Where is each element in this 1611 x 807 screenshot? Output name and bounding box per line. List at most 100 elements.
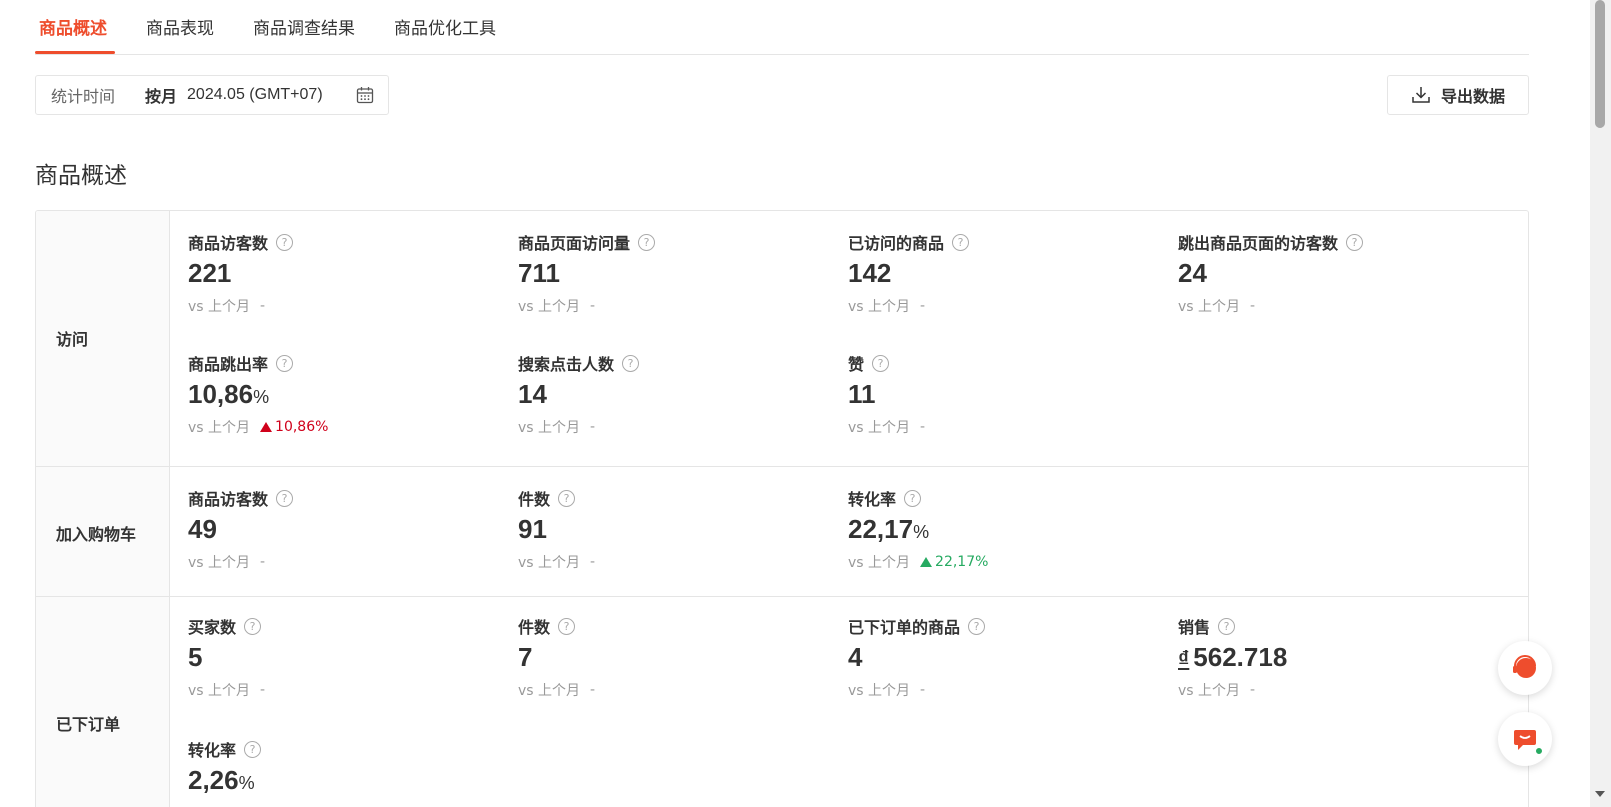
comparison-label: vs 上个月 xyxy=(188,683,251,699)
comparison-change: - xyxy=(590,682,595,698)
section-title: 商品概述 xyxy=(35,163,127,189)
metric-value: 221 xyxy=(188,258,508,290)
help-circle-icon[interactable]: ? xyxy=(276,354,294,372)
help-circle-icon[interactable]: ? xyxy=(244,740,262,758)
comparison-label: vs 上个月 xyxy=(848,299,911,315)
export-data-button[interactable]: 导出数据 xyxy=(1387,75,1529,115)
tab-optimization-tools[interactable]: 商品优化工具 xyxy=(394,14,496,39)
metric-title-text: 销售 xyxy=(1178,618,1211,637)
metric-number: 7 xyxy=(518,642,533,672)
metric-title: 买家数? xyxy=(188,615,508,637)
metric-number: 221 xyxy=(188,258,232,288)
metric-card: 转化率? 22,17% vs 上个月 22,17% xyxy=(848,487,1168,572)
metric-title-text: 件数 xyxy=(518,490,551,509)
metric-comparison: vs 上个月 22,17% xyxy=(848,552,1168,572)
metric-card: 销售? ₫ 562.718 vs 上个月 - xyxy=(1178,615,1498,700)
help-circle-icon[interactable]: ? xyxy=(244,617,262,635)
metric-comparison: vs 上个月 - xyxy=(848,296,1168,316)
chat-button[interactable] xyxy=(1498,712,1552,766)
scrollbar-thumb[interactable] xyxy=(1595,0,1605,128)
change-value: - xyxy=(590,298,596,314)
help-circle-icon[interactable]: ? xyxy=(952,233,970,251)
metric-value: 14 xyxy=(518,379,838,411)
metric-title-text: 转化率 xyxy=(188,741,237,760)
overview-panel: 访问 商品访客数? 221 vs 上个月 - 商品页面访问量? 711 vs 上个月 - 已访问… xyxy=(35,210,1529,807)
metric-number: 22,17 xyxy=(848,514,914,544)
metric-title: 销售? xyxy=(1178,615,1498,637)
comparison-label: vs 上个月 xyxy=(188,555,251,571)
help-circle-icon[interactable]: ? xyxy=(276,233,294,251)
metric-number: 11 xyxy=(848,379,876,409)
group-cart: 加入购物车 商品访客数? 49 vs 上个月 - 件数? 91 vs 上个月 - 转化率? 22,… xyxy=(36,467,1528,597)
metric-title: 件数? xyxy=(518,487,838,509)
metric-title: 已访问的商品? xyxy=(848,231,1168,253)
metric-value: 142 xyxy=(848,258,1168,290)
change-value: - xyxy=(260,554,266,570)
date-filter[interactable]: 统计时间 按月 2024.05 (GMT+07) xyxy=(35,75,389,115)
metric-value: 2,26% xyxy=(188,765,508,797)
tab-performance[interactable]: 商品表现 xyxy=(146,14,214,39)
metric-card: 件数? 91 vs 上个月 - xyxy=(518,487,838,572)
group-order: 已下订单 买家数? 5 vs 上个月 - 件数? 7 vs 上个月 - 已下订单的商品? 4 vs … xyxy=(36,597,1528,807)
comparison-change: - xyxy=(1250,682,1255,698)
filter-date[interactable]: 2024.05 (GMT+07) xyxy=(187,86,323,104)
metric-comparison: vs 上个月 - xyxy=(1178,296,1498,316)
page-scrollbar[interactable] xyxy=(1590,0,1611,807)
change-value: 22,17% xyxy=(935,554,989,570)
calendar-icon[interactable] xyxy=(356,86,374,104)
help-circle-icon[interactable]: ? xyxy=(904,489,922,507)
metric-value: 10,86% xyxy=(188,379,508,411)
metric-card: 商品页面访问量? 711 vs 上个月 - xyxy=(518,231,838,316)
tab-overview[interactable]: 商品概述 xyxy=(39,14,107,39)
tab-survey-results[interactable]: 商品调查结果 xyxy=(253,14,355,39)
metric-title-text: 跳出商品页面的访客数 xyxy=(1178,234,1339,253)
help-circle-icon[interactable]: ? xyxy=(968,617,986,635)
metric-number: 711 xyxy=(518,258,560,288)
help-circle-icon[interactable]: ? xyxy=(558,489,576,507)
help-circle-icon[interactable]: ? xyxy=(638,233,656,251)
customer-service-icon xyxy=(1513,655,1536,678)
change-value: - xyxy=(1250,682,1256,698)
group-label-visit: 访问 xyxy=(36,211,170,466)
online-status-dot xyxy=(1534,746,1544,756)
metric-value: 11 xyxy=(848,379,1168,411)
comparison-change: - xyxy=(1250,298,1255,314)
metric-card: 已下订单的商品? 4 vs 上个月 - xyxy=(848,615,1168,700)
metric-card: 商品访客数? 221 vs 上个月 - xyxy=(188,231,508,316)
metric-comparison: vs 上个月 - xyxy=(188,296,508,316)
metric-title: 商品访客数? xyxy=(188,231,508,253)
help-circle-icon[interactable]: ? xyxy=(1218,617,1236,635)
metric-title-text: 搜索点击人数 xyxy=(518,355,615,374)
comparison-label: vs 上个月 xyxy=(188,420,251,436)
metric-comparison: vs 上个月 10,86% xyxy=(188,417,508,437)
scroll-down-arrow[interactable] xyxy=(1595,791,1605,797)
metric-title: 件数? xyxy=(518,615,838,637)
metric-number: 142 xyxy=(848,258,892,288)
group-visit: 访问 商品访客数? 221 vs 上个月 - 商品页面访问量? 711 vs 上个月 - 已访问… xyxy=(36,211,1528,467)
metric-title: 转化率? xyxy=(188,738,508,760)
metric-card: 买家数? 5 vs 上个月 - xyxy=(188,615,508,700)
metric-comparison: vs 上个月 - xyxy=(518,296,838,316)
filter-mode[interactable]: 按月 xyxy=(145,83,177,107)
metric-title-text: 商品访客数 xyxy=(188,234,269,253)
metric-value: 22,17% xyxy=(848,514,1168,546)
metric-comparison: vs 上个月 - xyxy=(518,680,838,700)
help-circle-icon[interactable]: ? xyxy=(558,617,576,635)
metric-title: 商品页面访问量? xyxy=(518,231,838,253)
metric-number: 4 xyxy=(848,642,863,672)
help-circle-icon[interactable]: ? xyxy=(1346,233,1364,251)
help-circle-icon[interactable]: ? xyxy=(872,354,890,372)
change-value: - xyxy=(590,419,596,435)
export-label: 导出数据 xyxy=(1440,87,1505,106)
customer-service-button[interactable] xyxy=(1498,641,1552,695)
change-value: - xyxy=(260,298,266,314)
help-circle-icon[interactable]: ? xyxy=(276,489,294,507)
comparison-label: vs 上个月 xyxy=(188,299,251,315)
change-value: - xyxy=(590,682,596,698)
currency-symbol: ₫ xyxy=(1178,646,1190,671)
help-circle-icon[interactable]: ? xyxy=(622,354,640,372)
metric-value: 7 xyxy=(518,642,838,674)
main-content: 商品概述 商品表现 商品调查结果 商品优化工具 统计时间 按月 2024.05 … xyxy=(35,0,1529,807)
group-label-cart: 加入购物车 xyxy=(36,467,170,596)
metric-number: 2,26 xyxy=(188,765,239,795)
